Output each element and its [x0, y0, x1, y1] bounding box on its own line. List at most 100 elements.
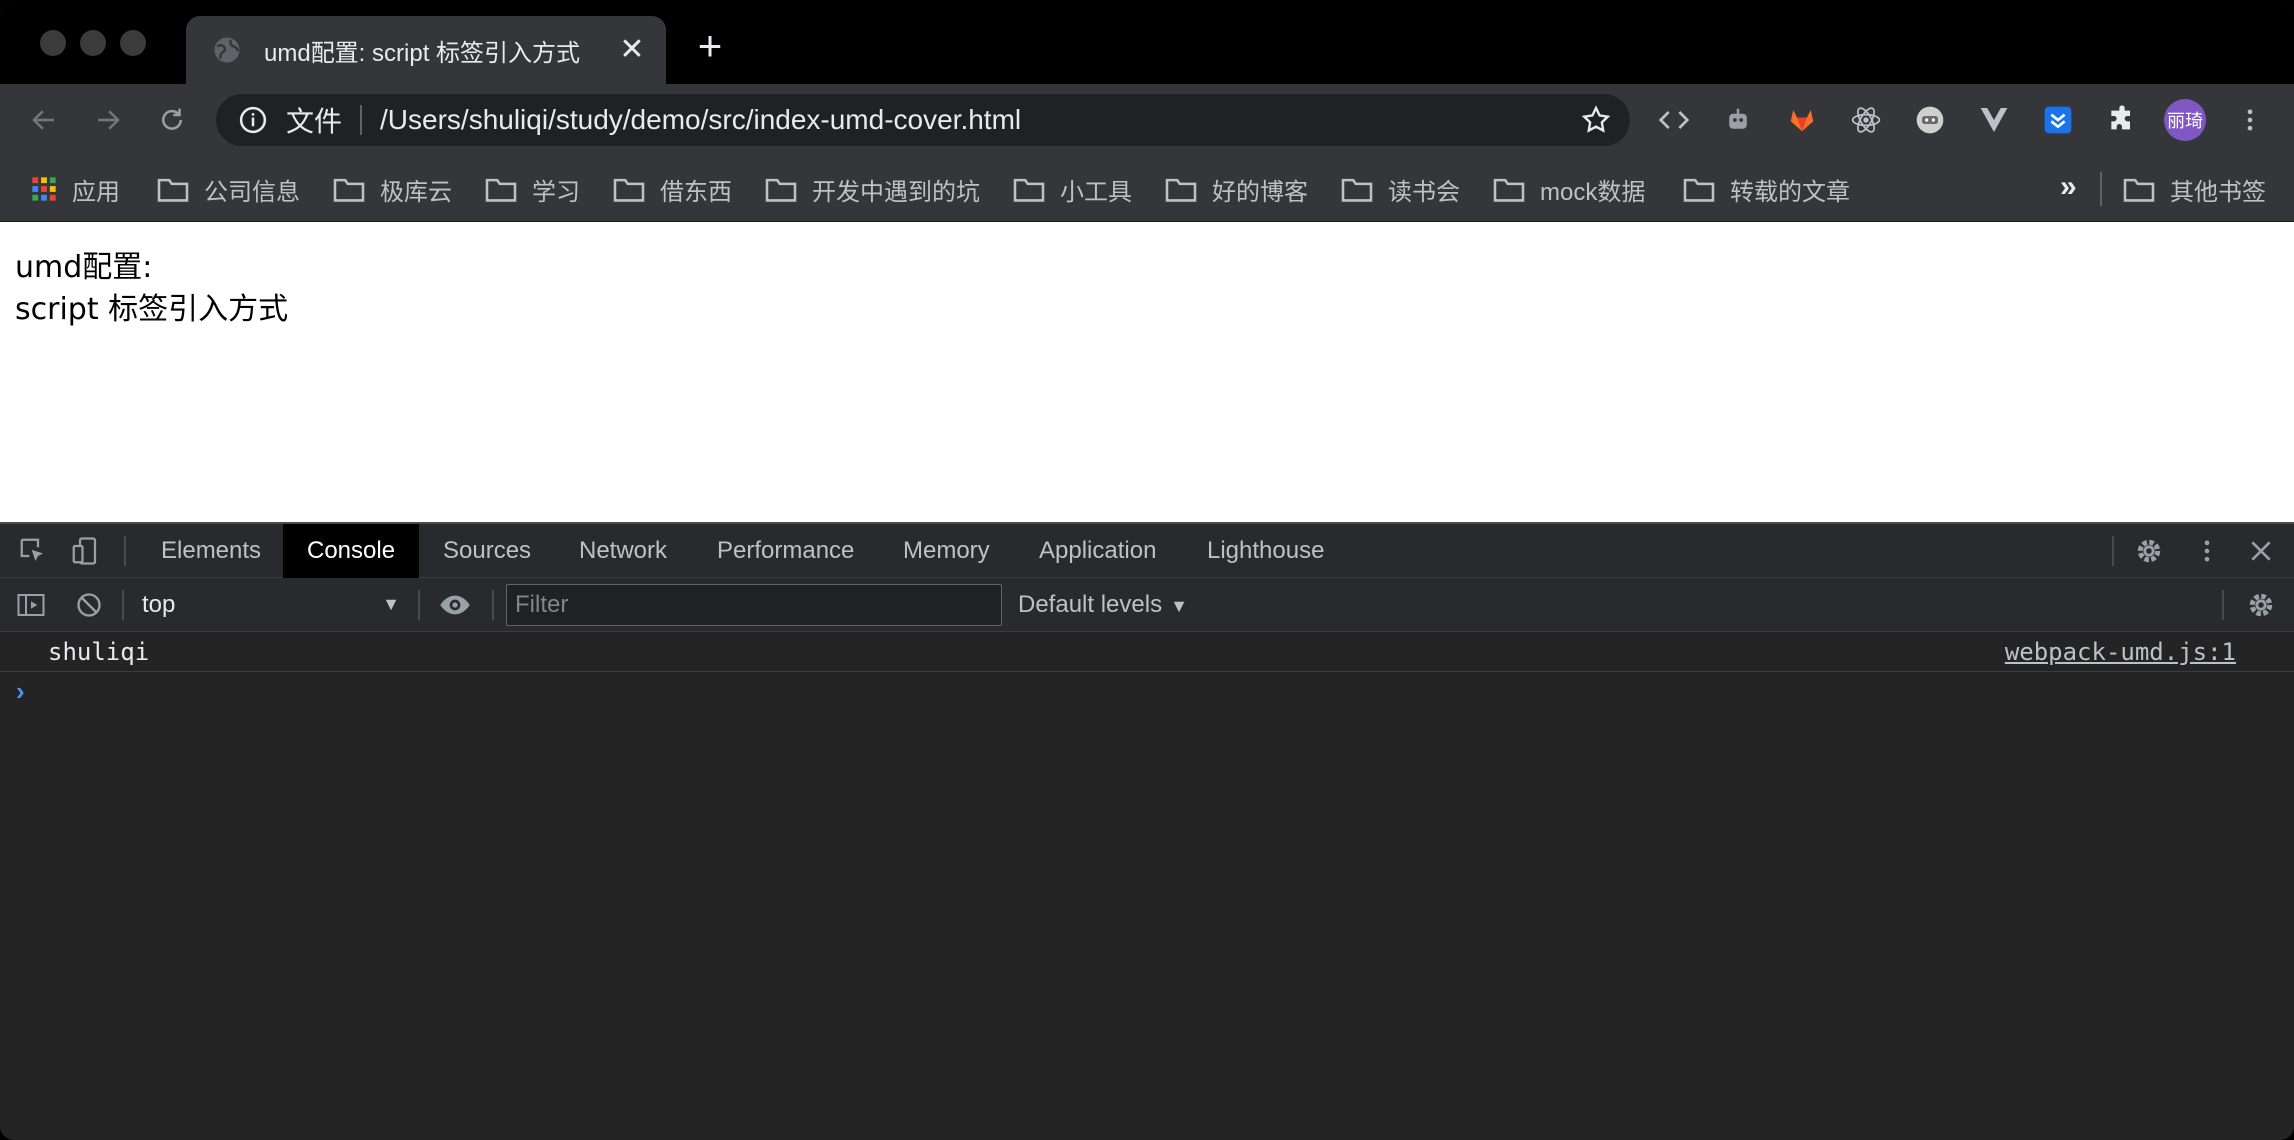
bookmark-folder[interactable]: 公司信息: [156, 172, 300, 206]
console-source-link[interactable]: webpack-umd.js:1: [2005, 638, 2236, 666]
toolbar-divider: [124, 536, 126, 566]
tab-strip: umd配置: script 标签引入方式 ✕ +: [0, 0, 2294, 84]
bookmark-label: 学习: [532, 178, 580, 206]
bookmark-folder[interactable]: 学习: [484, 172, 580, 206]
tab-elements[interactable]: Elements: [137, 524, 285, 578]
omnibox-divider: [360, 105, 363, 135]
minimize-window-button[interactable]: [80, 30, 106, 56]
tab-sources[interactable]: Sources: [419, 524, 555, 578]
tab-title: umd配置: script 标签引入方式: [264, 39, 581, 67]
arrow-right-icon: [98, 110, 120, 130]
bookmark-label: mock数据: [1540, 178, 1646, 206]
folder-icon: [1341, 178, 1373, 202]
arrow-left-icon: [32, 110, 54, 130]
tab-application[interactable]: Application: [1015, 524, 1180, 578]
vue-devtools-icon[interactable]: [1976, 102, 2012, 138]
context-selector[interactable]: top ▼: [126, 578, 406, 632]
bookmark-label: 应用: [72, 178, 120, 206]
bookmark-apps[interactable]: 应用: [30, 172, 120, 206]
forward-button[interactable]: [86, 98, 130, 142]
bookmarks-overflow-button[interactable]: »: [2060, 170, 2077, 204]
folder-icon: [1165, 178, 1197, 202]
download-extension-icon[interactable]: [2040, 102, 2076, 138]
page-text-line: umd配置:: [15, 250, 153, 285]
console-message-row: shuliqi webpack-umd.js:1: [0, 632, 2294, 672]
puzzle-extensions-icon[interactable]: [2104, 102, 2140, 138]
reload-button[interactable]: [150, 98, 194, 142]
inspect-element-icon[interactable]: [16, 534, 50, 568]
folder-icon: [1683, 178, 1715, 202]
device-toolbar-icon[interactable]: [68, 534, 102, 568]
tab-lighthouse[interactable]: Lighthouse: [1183, 524, 1348, 578]
devtools-panel: Elements Console Sources Network Perform…: [0, 522, 2294, 1140]
reload-icon: [162, 108, 182, 130]
tab-network[interactable]: Network: [555, 524, 691, 578]
folder-icon: [613, 178, 645, 202]
tab-close-icon[interactable]: ✕: [616, 34, 648, 66]
bookmark-folder[interactable]: 开发中遇到的坑: [764, 172, 980, 206]
folder-icon: [485, 178, 517, 202]
bookmark-label: 读书会: [1388, 178, 1460, 206]
url-text[interactable]: /Users/shuliqi/study/demo/src/index-umd-…: [380, 104, 1021, 136]
sidebar-toggle-icon[interactable]: [14, 588, 48, 622]
new-tab-button[interactable]: +: [690, 25, 730, 67]
toolbar-divider: [492, 590, 494, 620]
bookmark-other-folder[interactable]: 其他书签: [2122, 172, 2266, 206]
tab-console[interactable]: Console: [283, 524, 420, 578]
bookmark-label: 开发中遇到的坑: [812, 178, 980, 206]
toolbar-divider: [122, 590, 124, 620]
console-settings-icon[interactable]: [2244, 588, 2278, 622]
console-toolbar: top ▼ Default levels ▼: [0, 578, 2294, 632]
folder-icon: [2123, 178, 2155, 202]
robot-extension-icon[interactable]: [1720, 102, 1756, 138]
browser-toolbar: 文件 /Users/shuliqi/study/demo/src/index-u…: [0, 84, 2294, 156]
profile-avatar[interactable]: 丽琦: [2164, 99, 2206, 141]
bookmark-folder[interactable]: 转载的文章: [1682, 172, 1850, 206]
tab-active[interactable]: umd配置: script 标签引入方式 ✕: [186, 16, 666, 84]
bookmarks-bar: 应用 公司信息 极库云 学习 借东西 开发中遇到的坑 小工具 好的博客 读书会 …: [0, 156, 2294, 222]
tab-memory[interactable]: Memory: [879, 524, 1014, 578]
cat-extension-icon[interactable]: [1912, 102, 1948, 138]
bookmark-folder[interactable]: 读书会: [1340, 172, 1460, 206]
info-icon[interactable]: [238, 105, 268, 135]
apps-grid-icon: [32, 177, 56, 201]
zoom-window-button[interactable]: [120, 30, 146, 56]
back-button[interactable]: [22, 98, 66, 142]
devtools-more-icon[interactable]: [2190, 534, 2224, 568]
tab-performance[interactable]: Performance: [693, 524, 878, 578]
page-text-line: script 标签引入方式: [15, 292, 289, 327]
toolbar-divider: [418, 590, 420, 620]
devtools-close-icon[interactable]: [2244, 534, 2278, 568]
bookmark-label: 极库云: [380, 178, 452, 206]
clear-console-icon[interactable]: [72, 588, 106, 622]
toolbar-divider: [2222, 590, 2224, 620]
devtools-tab-bar: Elements Console Sources Network Perform…: [0, 524, 2294, 578]
folder-icon: [333, 178, 365, 202]
bookmark-folder[interactable]: 小工具: [1012, 172, 1132, 206]
close-window-button[interactable]: [40, 30, 66, 56]
code-brackets-icon[interactable]: [1656, 102, 1692, 138]
folder-icon: [157, 178, 189, 202]
log-levels-dropdown[interactable]: Default levels ▼: [1018, 578, 1188, 632]
address-bar[interactable]: 文件 /Users/shuliqi/study/demo/src/index-u…: [216, 94, 1630, 146]
bookmark-label: 借东西: [660, 178, 732, 206]
console-prompt-chevron-icon[interactable]: ›: [16, 676, 25, 707]
globe-icon: [214, 37, 240, 63]
console-message-text: shuliqi: [48, 638, 150, 666]
bookmark-label: 小工具: [1060, 178, 1132, 206]
kebab-menu-icon[interactable]: [2236, 102, 2264, 138]
bookmark-folder[interactable]: 借东西: [612, 172, 732, 206]
scheme-label: 文件: [286, 106, 343, 137]
react-devtools-icon[interactable]: [1848, 102, 1884, 138]
bookmark-folder[interactable]: 极库云: [332, 172, 452, 206]
gitlab-extension-icon[interactable]: [1784, 102, 1820, 138]
console-filter-input[interactable]: [506, 584, 1002, 626]
bookmark-star-icon[interactable]: [1580, 104, 1612, 136]
bookmark-folder[interactable]: mock数据: [1492, 172, 1645, 206]
bookmark-folder[interactable]: 好的博客: [1164, 172, 1308, 206]
live-expression-eye-icon[interactable]: [438, 588, 472, 622]
bookmark-label: 公司信息: [204, 178, 300, 206]
log-levels-label: Default levels: [1018, 591, 1163, 618]
devtools-settings-icon[interactable]: [2132, 534, 2166, 568]
folder-icon: [1493, 178, 1525, 202]
